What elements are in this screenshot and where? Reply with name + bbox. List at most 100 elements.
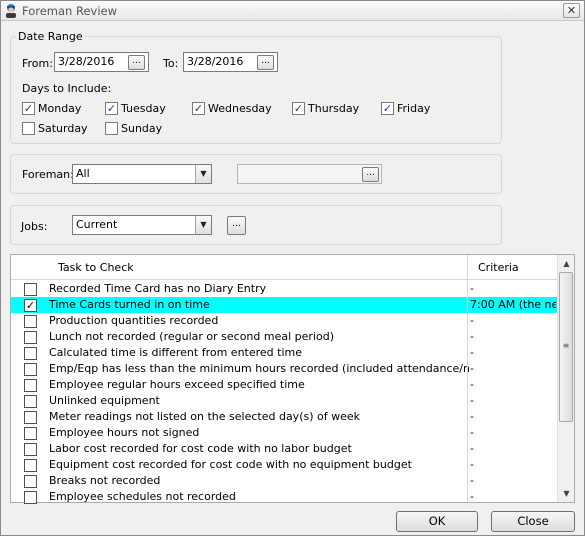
title-bar[interactable]: Foreman Review ✕ [1, 1, 584, 21]
saturday-checkbox[interactable] [22, 122, 35, 135]
criteria-value: - [470, 282, 474, 295]
thursday-checkbox[interactable]: ✓ [292, 102, 305, 115]
column-divider [467, 329, 468, 345]
task-checkbox[interactable] [24, 331, 37, 344]
table-row[interactable]: Breaks not recorded - [11, 473, 557, 489]
task-label: Unlinked equipment [49, 394, 160, 407]
task-checkbox[interactable] [24, 315, 37, 328]
jobs-lookup-button[interactable]: ... [227, 216, 246, 235]
task-checkbox[interactable] [24, 379, 37, 392]
table-row[interactable]: Production quantities recorded - [11, 313, 557, 329]
column-divider [467, 425, 468, 441]
table-row[interactable]: Meter readings not listed on the selecte… [11, 409, 557, 425]
column-divider [467, 345, 468, 361]
close-icon: ✕ [566, 4, 577, 17]
table-row[interactable]: Labor cost recorded for cost code with n… [11, 441, 557, 457]
from-date-picker-button[interactable]: ... [128, 55, 145, 70]
column-header-criteria[interactable]: Criteria [478, 261, 519, 274]
task-checkbox[interactable] [24, 283, 37, 296]
task-checkbox[interactable] [24, 427, 37, 440]
column-divider [467, 457, 468, 473]
window-title: Foreman Review [22, 4, 118, 18]
criteria-value: 7:00 AM (the next [470, 298, 556, 311]
foreman-secondary-field [237, 164, 382, 184]
column-divider[interactable] [467, 255, 468, 280]
criteria-value: - [470, 426, 474, 439]
chevron-down-icon[interactable]: ▼ [195, 216, 211, 234]
task-label: Breaks not recorded [49, 474, 161, 487]
friday-label: Friday [397, 102, 431, 115]
foreman-lookup-button[interactable]: ... [362, 167, 379, 182]
jobs-dropdown[interactable]: Current ▼ [72, 215, 212, 235]
scroll-up-icon[interactable]: ▲ [558, 255, 575, 272]
table-row[interactable]: Employee schedules not recorded - [11, 489, 557, 505]
tuesday-label: Tuesday [121, 102, 166, 115]
scroll-down-icon[interactable]: ▼ [558, 485, 575, 502]
criteria-value: - [470, 378, 474, 391]
column-divider [467, 473, 468, 489]
foreman-review-dialog: Foreman Review ✕ Date Range From: 3/28/2… [0, 0, 585, 536]
criteria-value: - [470, 362, 474, 375]
monday-checkbox[interactable]: ✓ [22, 102, 35, 115]
sunday-checkbox[interactable] [105, 122, 118, 135]
friday-checkbox[interactable]: ✓ [381, 102, 394, 115]
column-header-task[interactable]: Task to Check [58, 261, 134, 274]
task-grid[interactable]: Task to Check Criteria Recorded Time Car… [10, 254, 575, 505]
close-window-button[interactable]: ✕ [563, 3, 580, 18]
wednesday-checkbox[interactable]: ✓ [192, 102, 205, 115]
task-label: Emp/Eqp has less than the minimum hours … [49, 362, 469, 375]
foreman-dropdown[interactable]: All ▼ [72, 164, 212, 184]
criteria-value: - [470, 330, 474, 343]
column-divider [467, 313, 468, 329]
table-row[interactable]: Employee regular hours exceed specified … [11, 377, 557, 393]
scrollbar-thumb[interactable]: ≡ [559, 272, 573, 422]
monday-label: Monday [38, 102, 82, 115]
table-row[interactable]: Equipment cost recorded for cost code wi… [11, 457, 557, 473]
criteria-value: - [470, 458, 474, 471]
table-row[interactable]: Emp/Eqp has less than the minimum hours … [11, 361, 557, 377]
table-row[interactable]: Calculated time is different from entere… [11, 345, 557, 361]
column-divider [467, 281, 468, 297]
table-row[interactable]: Employee hours not signed - [11, 425, 557, 441]
date-range-legend: Date Range [16, 30, 85, 43]
task-label: Employee schedules not recorded [49, 490, 236, 503]
task-checkbox[interactable] [24, 491, 37, 504]
task-checkbox[interactable] [24, 347, 37, 360]
tuesday-checkbox[interactable]: ✓ [105, 102, 118, 115]
chevron-down-icon[interactable]: ▼ [195, 165, 211, 183]
ok-button[interactable]: OK [396, 511, 478, 532]
task-checkbox[interactable] [24, 411, 37, 424]
task-label: Employee regular hours exceed specified … [49, 378, 305, 391]
foreman-dropdown-value: All [76, 167, 90, 180]
column-divider [467, 393, 468, 409]
criteria-value: - [470, 490, 474, 503]
vertical-scrollbar[interactable]: ▲ ≡ ▼ [557, 255, 574, 502]
to-date-picker-button[interactable]: ... [257, 55, 274, 70]
table-row[interactable]: Recorded Time Card has no Diary Entry - [11, 281, 557, 297]
table-row[interactable]: Lunch not recorded (regular or second me… [11, 329, 557, 345]
criteria-value: - [470, 410, 474, 423]
wednesday-label: Wednesday [208, 102, 272, 115]
table-row[interactable]: ✓ Time Cards turned in on time 7:00 AM (th… [11, 297, 557, 313]
task-checkbox[interactable] [24, 443, 37, 456]
criteria-value: - [470, 314, 474, 327]
saturday-label: Saturday [38, 122, 88, 135]
task-label: Labor cost recorded for cost code with n… [49, 442, 352, 455]
task-checkbox[interactable]: ✓ [24, 299, 37, 312]
task-checkbox[interactable] [24, 475, 37, 488]
column-divider [467, 409, 468, 425]
task-label: Recorded Time Card has no Diary Entry [49, 282, 267, 295]
table-row[interactable]: Unlinked equipment - [11, 393, 557, 409]
task-checkbox[interactable] [24, 395, 37, 408]
criteria-value: - [470, 394, 474, 407]
column-divider [467, 441, 468, 457]
close-button[interactable]: Close [491, 511, 575, 532]
task-checkbox[interactable] [24, 363, 37, 376]
column-divider [467, 361, 468, 377]
task-checkbox[interactable] [24, 459, 37, 472]
task-label: Time Cards turned in on time [49, 298, 210, 311]
criteria-value: - [470, 442, 474, 455]
jobs-dropdown-value: Current [76, 218, 118, 231]
from-label: From: [22, 57, 53, 70]
foreman-avatar-icon [6, 4, 16, 18]
